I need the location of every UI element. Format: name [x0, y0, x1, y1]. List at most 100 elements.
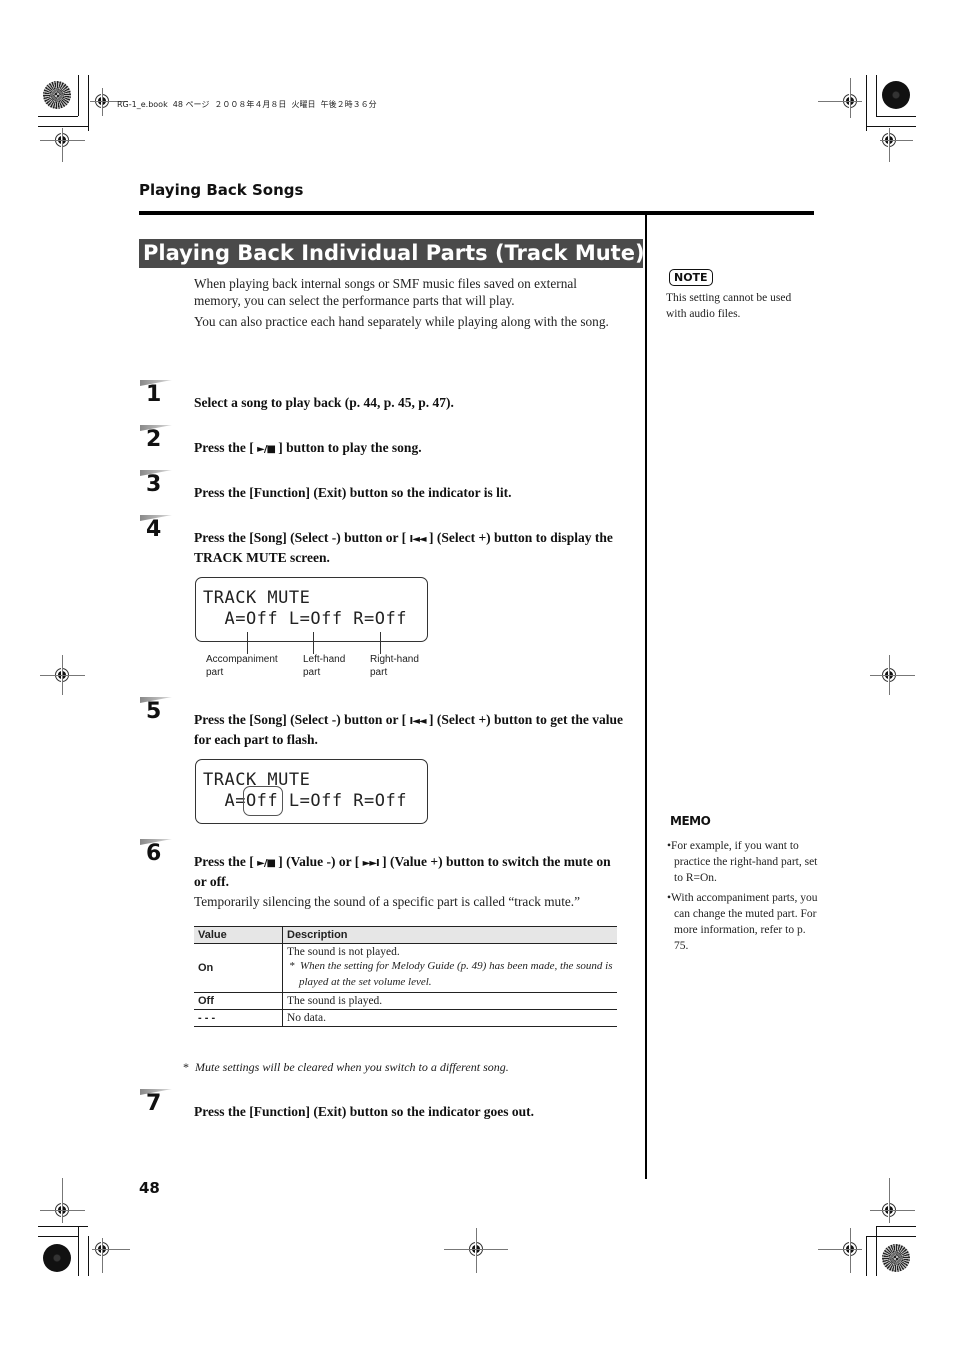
- label-right-hand-part: Right-hand part: [370, 653, 419, 679]
- lcd-screen-track-mute-flashing: TRACK MUTE A=Off L=Off R=Off: [195, 759, 428, 824]
- intro-paragraph-2: You can also practice each hand separate…: [194, 314, 609, 329]
- crop-mark: [876, 75, 877, 116]
- memo-list: •For example, if you want to practice th…: [666, 838, 818, 958]
- step-number-text: 5: [146, 699, 162, 724]
- step-2-text-pre: Press the [: [194, 440, 258, 455]
- cell-description: No data.: [282, 1009, 617, 1027]
- registration-target-top-right: [882, 81, 910, 109]
- crop-mark: [876, 116, 916, 117]
- footnote-text: Mute settings will be cleared when you s…: [195, 1060, 509, 1074]
- description-note: * When the setting for Melody Guide (p. …: [287, 958, 613, 990]
- label-line: Right-hand: [370, 654, 419, 665]
- step-number-text: 4: [146, 517, 162, 542]
- page-title: Playing Back Individual Parts (Track Mut…: [139, 239, 645, 268]
- crop-mark: [62, 128, 63, 162]
- crop-mark: [880, 140, 913, 141]
- step-number-text: 3: [146, 472, 162, 497]
- callout-line: [380, 632, 381, 654]
- flashing-value-indicator: [243, 786, 283, 816]
- crop-mark: [88, 1236, 89, 1276]
- step-number-6: 6: [140, 839, 172, 866]
- note-text: This setting cannot be used with audio f…: [666, 292, 792, 320]
- crop-mark: [889, 655, 890, 695]
- crop-mark: [38, 1236, 78, 1237]
- rewind-icon: I◄◄: [409, 716, 426, 727]
- column-divider: [645, 213, 647, 1179]
- print-header: RG-1_e.book 48 ページ ２００８年４月８日 火曜日 午後２時３６分: [117, 100, 377, 109]
- fast-forward-icon: ►►I: [362, 858, 380, 869]
- cell-description: The sound is played.: [282, 992, 617, 1010]
- step-number-7: 7: [140, 1089, 172, 1116]
- label-accompaniment-part: Accompaniment part: [206, 653, 278, 679]
- crop-mark: [62, 1178, 63, 1223]
- crop-mark: [38, 116, 78, 117]
- registration-target-top-left: [43, 81, 71, 109]
- description-text: The sound is not played.: [287, 946, 400, 958]
- cell-description: The sound is not played. * When the sett…: [282, 943, 617, 993]
- label-line: Accompaniment: [206, 654, 278, 665]
- step-6-subtext: Temporarily silencing the sound of a spe…: [194, 894, 581, 909]
- step-number-text: 2: [146, 427, 162, 452]
- lcd-screen-track-mute: TRACK MUTE A=Off L=Off R=Off: [195, 577, 428, 642]
- footnote: * Mute settings will be cleared when you…: [183, 1060, 509, 1075]
- lcd-line-2: A=Off L=Off R=Off: [203, 791, 407, 811]
- crop-mark: [102, 1238, 103, 1273]
- asterisk: *: [183, 1060, 189, 1074]
- step-7-text: Press the [Function] (Exit) button so th…: [194, 1104, 534, 1119]
- step-number-5: 5: [140, 697, 172, 724]
- crop-mark: [818, 1249, 862, 1250]
- step-number-text: 1: [146, 382, 162, 407]
- asterisk: *: [289, 960, 295, 972]
- label-line: Left-hand: [303, 654, 346, 665]
- memo-bullet: •With accompaniment parts, you can chang…: [667, 892, 818, 952]
- step-1-text: Select a song to play back (p. 44, p. 45…: [194, 395, 454, 410]
- step-4-text: Press the [Song] (Select -) button or [ …: [194, 529, 624, 567]
- play-stop-icon: ►/■: [257, 858, 276, 869]
- step-number-3: 3: [140, 470, 172, 497]
- memo-bullet-text: For example, if you want to practice the…: [671, 840, 818, 884]
- rewind-icon: I◄◄: [409, 534, 426, 545]
- step-6-text-pre: Press the [: [194, 854, 258, 869]
- label-line: part: [370, 667, 388, 678]
- crop-mark: [92, 1249, 130, 1250]
- play-stop-icon: ►/■: [257, 444, 276, 455]
- step-2-text-post: ] button to play the song.: [274, 440, 422, 455]
- cell-value: - - -: [194, 1009, 283, 1027]
- table-row: Off The sound is played.: [194, 992, 617, 1010]
- crop-mark: [850, 1228, 851, 1273]
- step-number-text: 7: [146, 1091, 162, 1116]
- step-6-text-mid: ] (Value -) or [: [274, 854, 363, 869]
- crop-mark: [866, 1236, 916, 1237]
- label-line: part: [303, 667, 321, 678]
- section-heading: Playing Back Songs: [139, 181, 304, 199]
- crop-mark: [476, 1228, 477, 1273]
- step-2-text: Press the [ ►/■ ] button to play the son…: [194, 439, 624, 459]
- header-rule: [139, 211, 814, 215]
- step-number-1: 1: [140, 380, 172, 407]
- crop-mark: [870, 1210, 915, 1211]
- note-badge: NOTE: [669, 269, 713, 286]
- step-5-text: Press the [Song] (Select -) button or [ …: [194, 711, 626, 749]
- registration-target-bottom-left: [43, 1244, 71, 1272]
- intro-paragraph-1: When playing back internal songs or SMF …: [194, 276, 577, 308]
- table-row: On The sound is not played. * When the s…: [194, 943, 617, 993]
- cell-value: Off: [194, 992, 283, 1010]
- lcd-line-2: A=Off L=Off R=Off: [203, 609, 407, 629]
- label-line: part: [206, 667, 224, 678]
- callout-line: [313, 632, 314, 654]
- memo-bullet-text: With accompaniment parts, you can change…: [671, 892, 818, 952]
- registration-target-bottom-right: [882, 1244, 910, 1272]
- crop-mark: [102, 88, 103, 116]
- step-number-text: 6: [146, 841, 162, 866]
- crop-mark: [866, 75, 867, 131]
- crop-mark: [889, 1178, 890, 1223]
- crop-mark: [889, 128, 890, 162]
- label-left-hand-part: Left-hand part: [303, 653, 345, 679]
- crop-mark: [876, 1226, 916, 1227]
- crop-mark: [38, 1226, 88, 1227]
- step-3-text: Press the [Function] (Exit) button so th…: [194, 485, 512, 500]
- cell-value: On: [194, 943, 283, 993]
- crop-mark: [818, 101, 862, 102]
- crop-mark: [88, 75, 89, 131]
- step-4-text-pre: Press the [Song] (Select -) button or [: [194, 530, 410, 545]
